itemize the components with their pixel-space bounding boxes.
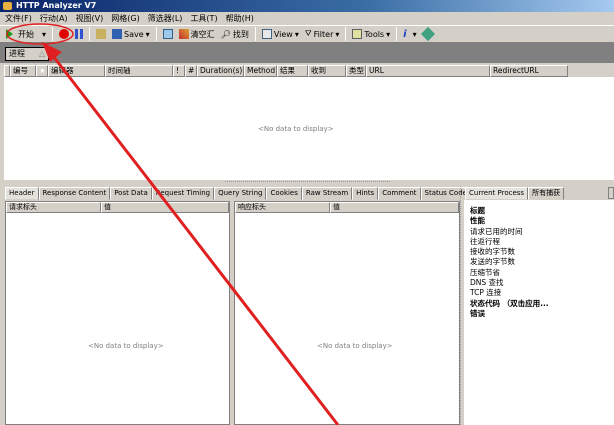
annotation-arrow-shaft [48, 51, 340, 425]
highlight-circle [6, 23, 74, 45]
annotation-overlay [6, 23, 340, 425]
arrow-head-icon [42, 42, 62, 62]
